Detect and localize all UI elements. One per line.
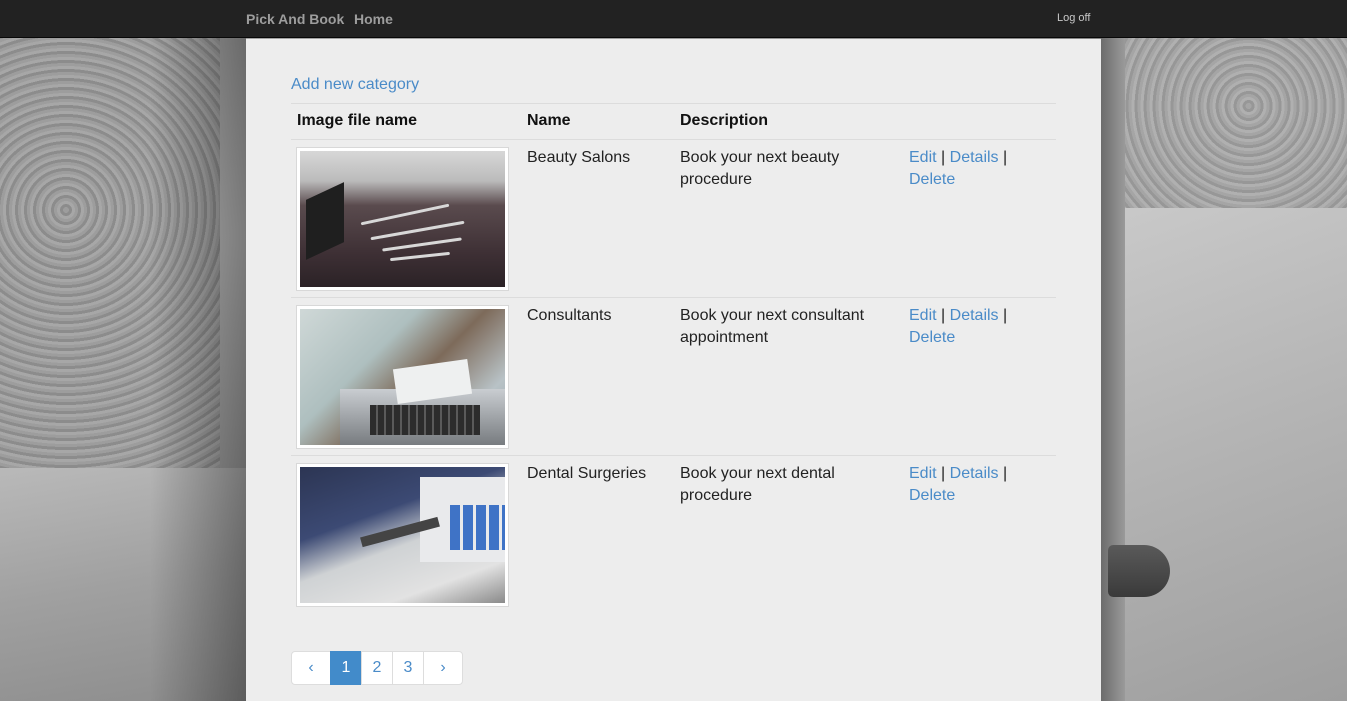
details-link[interactable]: Details — [950, 465, 999, 482]
details-link[interactable]: Details — [950, 307, 999, 324]
header-name: Name — [521, 103, 674, 140]
background-stand — [1108, 545, 1170, 597]
photo-detail — [390, 251, 450, 262]
edit-link[interactable]: Edit — [909, 465, 937, 482]
header-description: Description — [674, 103, 903, 140]
image-cell — [291, 297, 521, 456]
table-row: Beauty Salons Book your next beauty proc… — [291, 139, 1056, 298]
description-cell: Book your next consultant appointment — [674, 297, 903, 456]
photo-detail — [382, 237, 462, 252]
edit-link[interactable]: Edit — [909, 307, 937, 324]
pagination-page-3[interactable]: 3 — [392, 651, 424, 685]
delete-link[interactable]: Delete — [909, 171, 955, 188]
pagination-next-button[interactable]: › — [423, 651, 463, 685]
header-image-file-name: Image file name — [291, 103, 521, 140]
actions-cell: Edit | Details | Delete — [903, 139, 1056, 298]
table-row: Dental Surgeries Book your next dental p… — [291, 456, 1056, 614]
description-cell: Book your next beauty procedure — [674, 139, 903, 298]
background-shadow — [150, 38, 246, 701]
delete-link[interactable]: Delete — [909, 329, 955, 346]
separator: | — [1003, 149, 1008, 166]
add-category-link[interactable]: Add new category — [291, 76, 419, 94]
photo-detail — [370, 405, 480, 435]
image-cell — [291, 139, 521, 298]
separator: | — [1003, 307, 1008, 324]
name-cell: Beauty Salons — [521, 139, 674, 298]
beauty-salon-photo — [297, 148, 508, 290]
image-cell — [291, 456, 521, 614]
nav-home-link[interactable]: Home — [354, 11, 393, 27]
separator: | — [941, 465, 946, 482]
photo-detail — [450, 505, 505, 550]
category-table: Image file name Name Description Beauty … — [291, 103, 1056, 613]
pagination: ‹ 1 2 3 › — [291, 651, 463, 685]
table-row: Consultants Book your next consultant ap… — [291, 297, 1056, 456]
edit-link[interactable]: Edit — [909, 149, 937, 166]
separator: | — [1003, 465, 1008, 482]
pagination-page-2[interactable]: 2 — [361, 651, 393, 685]
dental-surgery-photo — [297, 464, 508, 606]
separator: | — [941, 149, 946, 166]
table-header-row: Image file name Name Description — [291, 103, 1056, 140]
logoff-link[interactable]: Log off — [1057, 12, 1090, 24]
header-actions — [903, 103, 1056, 140]
main-panel: Add new category Image file name Name De… — [246, 39, 1101, 701]
background-wall-right — [1101, 38, 1347, 208]
description-cell: Book your next dental procedure — [680, 465, 835, 504]
background-board — [1101, 38, 1125, 701]
actions-cell: Edit | Details | Delete — [903, 456, 1056, 614]
photo-detail — [306, 182, 344, 260]
background-floor-right — [1101, 208, 1347, 701]
top-navbar: Pick And Book Home Log off — [0, 0, 1347, 38]
delete-link[interactable]: Delete — [909, 487, 955, 504]
chevron-left-icon: ‹ — [308, 659, 314, 676]
name-cell: Dental Surgeries — [527, 465, 647, 482]
separator: | — [941, 307, 946, 324]
photo-detail — [360, 203, 450, 226]
consultant-photo — [297, 306, 508, 448]
name-cell: Consultants — [521, 297, 674, 456]
photo-detail — [370, 220, 465, 241]
actions-cell: Edit | Details | Delete — [903, 297, 1056, 456]
pagination-page-1[interactable]: 1 — [330, 651, 362, 685]
chevron-right-icon: › — [440, 659, 446, 676]
details-link[interactable]: Details — [950, 149, 999, 166]
brand-link[interactable]: Pick And Book — [246, 11, 344, 27]
pagination-prev-button[interactable]: ‹ — [291, 651, 331, 685]
